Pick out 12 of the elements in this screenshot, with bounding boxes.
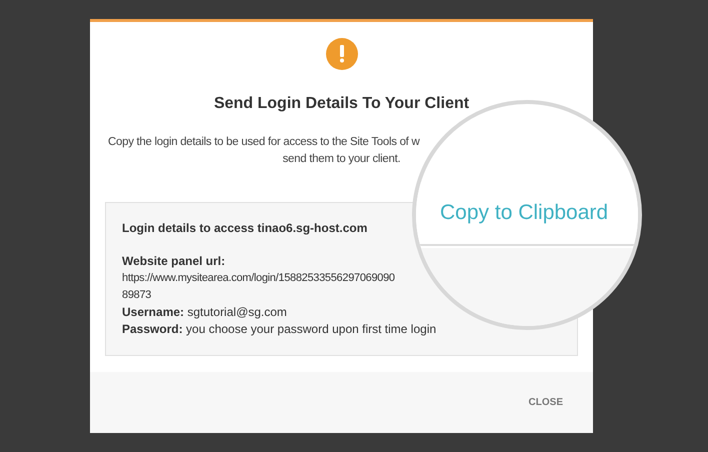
description-text: Copy the login details to be used for access to the Site Tools of w xyxy=(108,135,420,150)
detail-line: Password: you choose your password upon first time login xyxy=(122,321,438,338)
detail-line: Username: sgtutorial@sg.com xyxy=(122,304,288,321)
url-label: Website panel url: xyxy=(122,253,226,270)
copy-to-clipboard-button[interactable]: Copy to Clipboard xyxy=(440,197,608,229)
url-text: 89873 xyxy=(122,288,152,303)
warning-icon xyxy=(326,38,358,70)
dialog-title: Send Login Details To Your Client xyxy=(214,94,470,114)
url-text: https://www.mysitearea.com/login/15882533556297069090 xyxy=(122,271,396,286)
details-heading: Login details to access tinao6.sg-host.com xyxy=(122,220,368,237)
description-text: send them to your client. xyxy=(282,152,400,167)
close-button[interactable]: CLOSE xyxy=(528,395,563,410)
